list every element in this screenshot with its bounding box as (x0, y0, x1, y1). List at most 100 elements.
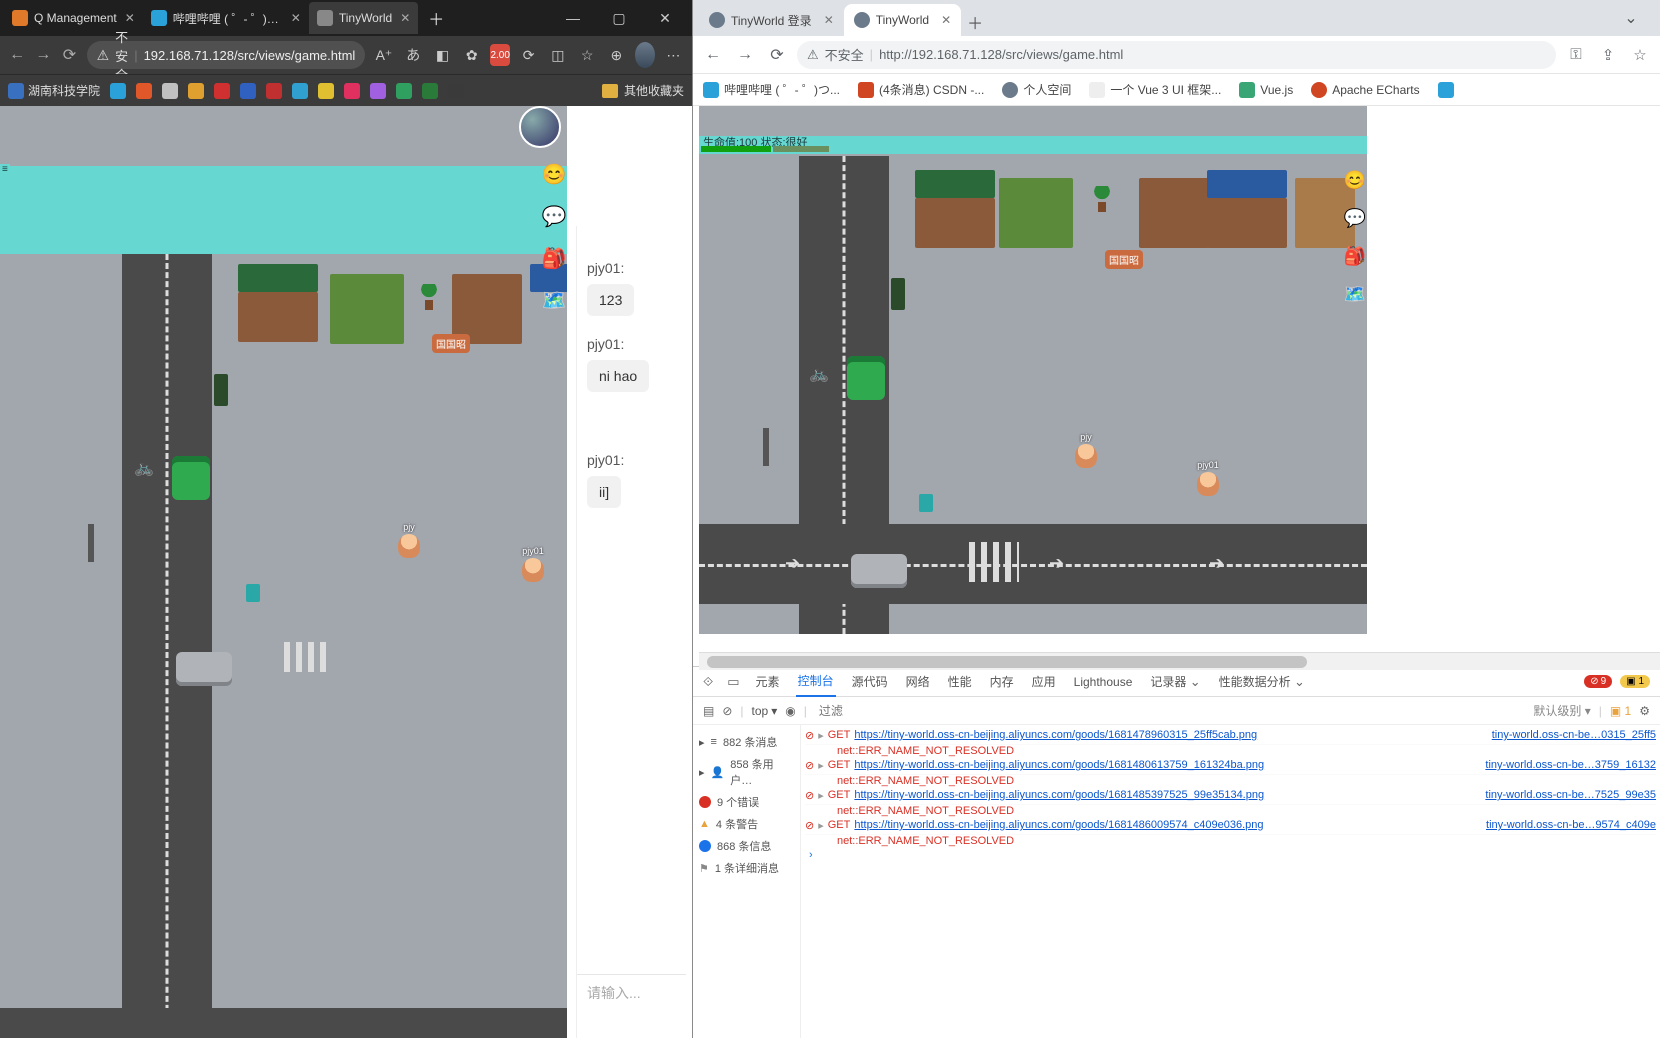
close-icon[interactable]: ✕ (824, 13, 834, 27)
chevron-down-icon[interactable]: ⌄ (1608, 0, 1654, 36)
log-entry[interactable]: ⊘▸ GET https://tiny-world.oss-cn-beijing… (805, 817, 1656, 835)
issue-count-badge[interactable]: ▣ 1 (1620, 675, 1650, 688)
error-count-badge[interactable]: ⊘ 9 (1584, 675, 1612, 688)
emoji-icon[interactable]: 😊 (1343, 170, 1367, 194)
bookmark-item[interactable] (110, 83, 126, 99)
chat-icon[interactable]: 💬 (540, 204, 567, 232)
context-selector[interactable]: top ▾ (752, 704, 778, 718)
key-icon[interactable]: ⚿ (1564, 46, 1588, 63)
devtools-tab-console[interactable]: 控制台 (796, 666, 836, 697)
share-icon[interactable]: ⇪ (1596, 46, 1620, 64)
bookmark-item[interactable] (370, 83, 386, 99)
backpack-icon[interactable]: 🎒 (1343, 246, 1367, 270)
edge-tab-1[interactable]: 哔哩哔哩 ( ゜- ゜)つロ 干杯~-bi ✕ (143, 2, 309, 34)
extension-badge[interactable]: 2.00 (490, 44, 510, 66)
bookmark-item[interactable]: 一个 Vue 3 UI 框架... (1089, 81, 1221, 98)
sidebar-row[interactable]: ▲4 条警告 (697, 813, 796, 835)
bookmark-item[interactable] (344, 83, 360, 99)
console-sidebar[interactable]: ▸≡882 条消息 ▸👤858 条用户… 9 个错误 ▲4 条警告 868 条信… (693, 725, 801, 1038)
game-canvas[interactable]: ≡ 😊 💬 🎒 🗺️ 国国昭 (0, 106, 567, 1038)
extension-icon[interactable]: ◧ (432, 41, 453, 69)
game-viewport-left[interactable]: ≡ 😊 💬 🎒 🗺️ 国国昭 (0, 106, 692, 1038)
extensions-icon[interactable]: ⟳ (518, 41, 539, 69)
log-url[interactable]: https://tiny-world.oss-cn-beijing.aliyun… (854, 729, 1481, 741)
log-level-selector[interactable]: 默认级别 ▾ (1533, 702, 1590, 719)
close-button[interactable]: ✕ (642, 0, 688, 36)
emoji-icon[interactable]: 😊 (540, 162, 567, 190)
backpack-icon[interactable]: 🎒 (540, 246, 567, 274)
close-icon[interactable]: ✕ (125, 11, 135, 25)
profile-avatar[interactable] (635, 42, 655, 68)
devtools-tab-perf-insights[interactable]: 性能数据分析 ⌄ (1217, 667, 1307, 696)
bookmark-item[interactable] (318, 83, 334, 99)
bookmark-item[interactable] (136, 83, 152, 99)
log-source[interactable]: tiny-world.oss-cn-be…3759_16132 (1485, 759, 1656, 771)
devtools-tab-performance[interactable]: 性能 (946, 667, 974, 696)
collections-icon[interactable]: ⊕ (606, 41, 627, 69)
bookmark-item[interactable]: (4条消息) CSDN -... (858, 81, 984, 98)
log-entry[interactable]: ⊘▸ GET https://tiny-world.oss-cn-beijing… (805, 757, 1656, 775)
minimize-button[interactable]: — (550, 0, 596, 36)
forward-button[interactable]: → (733, 46, 757, 64)
log-entry[interactable]: ⊘▸ GET https://tiny-world.oss-cn-beijing… (805, 787, 1656, 805)
bookmark-item[interactable] (214, 83, 230, 99)
bookmark-item[interactable] (396, 83, 412, 99)
bookmark-item[interactable] (1438, 82, 1454, 98)
close-icon[interactable]: ✕ (400, 11, 410, 25)
log-url[interactable]: https://tiny-world.oss-cn-beijing.aliyun… (854, 789, 1475, 801)
bookmark-item[interactable] (448, 83, 464, 99)
star-icon[interactable]: ☆ (1628, 46, 1652, 64)
bookmark-item[interactable] (188, 83, 204, 99)
bookmark-item[interactable] (162, 83, 178, 99)
chrome-tab-1[interactable]: TinyWorld ✕ (844, 4, 961, 36)
back-button[interactable]: ← (8, 46, 26, 64)
chrome-tab-0[interactable]: TinyWorld 登录 ✕ (699, 4, 844, 36)
inspect-icon[interactable]: ⟐ (703, 674, 713, 690)
sidebar-row[interactable]: 9 个错误 (697, 791, 796, 813)
bookmark-item[interactable]: 哔哩哔哩 ( ゜- ゜)つ... (703, 81, 840, 98)
game-canvas[interactable]: 生命值:100 状态:很好 😊 💬 🎒 🗺️ ➔ ➔ ➔ (699, 106, 1367, 634)
log-entry[interactable]: ⊘▸ GET https://tiny-world.oss-cn-beijing… (805, 727, 1656, 745)
bookmark-item[interactable]: Apache ECharts (1311, 82, 1419, 98)
back-button[interactable]: ← (701, 46, 725, 64)
bookmark-item[interactable]: 湖南科技学院 (8, 82, 100, 99)
console-log[interactable]: ⊘▸ GET https://tiny-world.oss-cn-beijing… (801, 725, 1660, 1038)
devtools-tab-memory[interactable]: 内存 (988, 667, 1016, 696)
sidebar-row[interactable]: 868 条信息 (697, 835, 796, 857)
map-icon[interactable]: 🗺️ (1343, 284, 1367, 308)
chat-icon[interactable]: 💬 (1343, 208, 1367, 232)
menu-icon[interactable]: ⋯ (663, 41, 684, 69)
devtools-tab-lighthouse[interactable]: Lighthouse (1072, 669, 1135, 695)
user-avatar[interactable] (519, 106, 561, 148)
devtools-tab-recorder[interactable]: 记录器 ⌄ (1148, 667, 1202, 696)
bookmark-item[interactable]: Vue.js (1239, 82, 1293, 98)
new-tab-button[interactable]: ＋ (422, 4, 450, 32)
bookmark-item[interactable] (240, 83, 256, 99)
other-bookmarks[interactable]: 其他收藏夹 (602, 82, 684, 99)
sidebar-toggle-icon[interactable]: ▤ (703, 704, 714, 718)
bookmark-item[interactable]: 个人空间 (1002, 81, 1071, 98)
new-tab-button[interactable]: ＋ (961, 8, 989, 36)
devtools-tab-application[interactable]: 应用 (1030, 667, 1058, 696)
log-source[interactable]: tiny-world.oss-cn-be…9574_c409e (1486, 819, 1656, 831)
devtools-tab-sources[interactable]: 源代码 (850, 667, 890, 696)
address-bar[interactable]: ⚠ 不安全 | http://192.168.71.128/src/views/… (797, 41, 1556, 69)
log-source[interactable]: tiny-world.oss-cn-be…0315_25ff5 (1492, 729, 1656, 741)
bookmark-item[interactable] (292, 83, 308, 99)
sidebar-row[interactable]: ▸👤858 条用户… (697, 753, 796, 791)
clear-console-icon[interactable]: ⊘ (722, 704, 732, 718)
reload-button[interactable]: ⟳ (765, 45, 789, 65)
log-url[interactable]: https://tiny-world.oss-cn-beijing.aliyun… (854, 819, 1476, 831)
devtools-tab-elements[interactable]: 元素 (754, 667, 782, 696)
chat-input[interactable]: 请输入... (577, 974, 686, 1038)
filter-input[interactable] (815, 702, 1526, 720)
reload-button[interactable]: ⟳ (60, 45, 78, 65)
sidebar-row[interactable]: ▸≡882 条消息 (697, 731, 796, 753)
close-icon[interactable]: ✕ (291, 11, 301, 25)
close-icon[interactable]: ✕ (941, 13, 951, 27)
read-aloud-icon[interactable]: A⁺ (373, 41, 394, 69)
issue-badge[interactable]: ▣ 1 (1610, 704, 1631, 718)
maximize-button[interactable]: ▢ (596, 0, 642, 36)
live-expression-icon[interactable]: ◉ (785, 704, 795, 718)
sidebar-row[interactable]: ⚑1 条详细消息 (697, 857, 796, 879)
